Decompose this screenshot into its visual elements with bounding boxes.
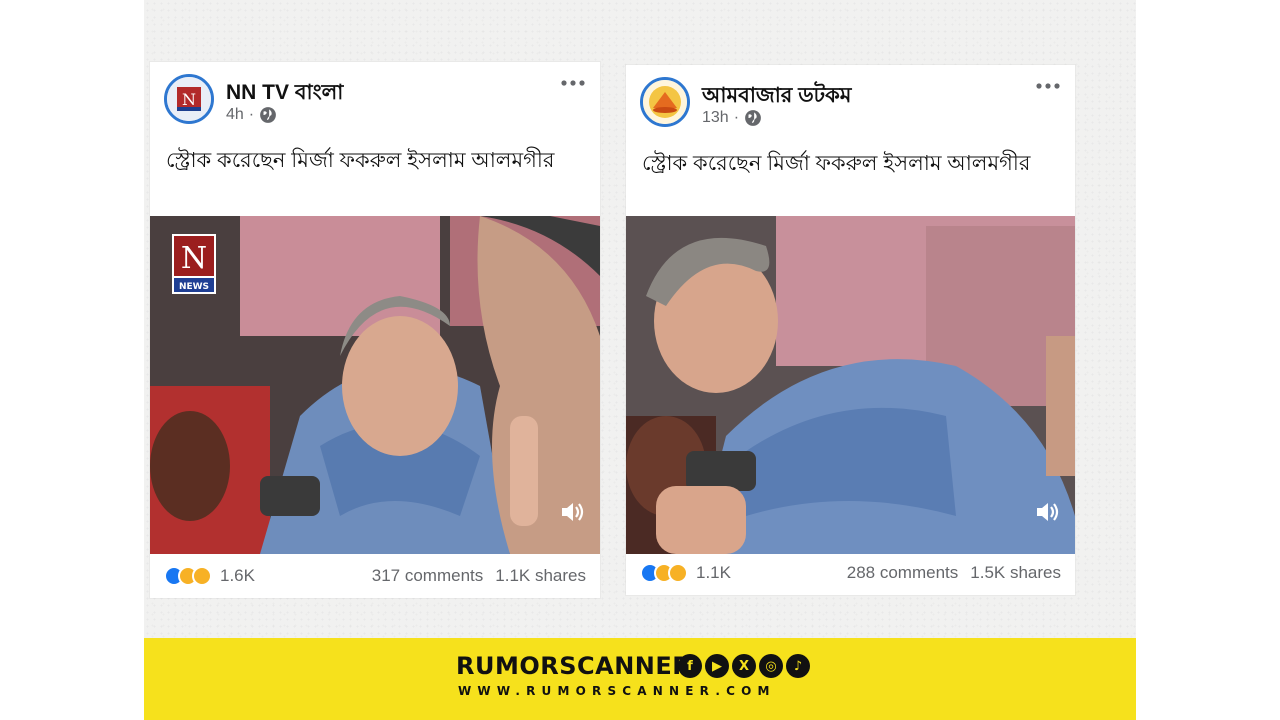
- watermark-text: NEWS: [179, 282, 209, 292]
- page-avatar[interactable]: N: [164, 74, 214, 124]
- volume-icon[interactable]: [1033, 498, 1061, 526]
- haha-icon: [192, 566, 212, 586]
- globe-icon: [745, 110, 761, 126]
- volume-icon[interactable]: [558, 498, 586, 526]
- post-video[interactable]: N NEWS: [150, 216, 600, 554]
- shares-count[interactable]: 1.1K shares: [495, 566, 586, 586]
- haha-icon: [668, 563, 688, 583]
- x-icon[interactable]: X: [732, 654, 756, 678]
- more-options-icon[interactable]: [560, 76, 586, 90]
- website-url[interactable]: WWW.RUMORSCANNER.COM: [458, 684, 776, 698]
- comments-count[interactable]: 317 comments: [372, 566, 484, 586]
- page-avatar[interactable]: [640, 77, 690, 127]
- video-frame-image: [626, 216, 1075, 554]
- comments-count[interactable]: 288 comments: [847, 563, 959, 583]
- dot-separator: ·: [248, 106, 255, 123]
- post-video[interactable]: [626, 216, 1075, 554]
- post-stats: 1.1K 288 comments 1.5K shares: [640, 561, 1061, 585]
- tiktok-icon[interactable]: ♪: [786, 654, 810, 678]
- svg-text:N: N: [181, 241, 207, 276]
- post-time[interactable]: 13h: [702, 109, 729, 127]
- post-time[interactable]: 4h: [226, 106, 244, 124]
- dot-separator: ·: [733, 109, 740, 126]
- post-meta: 4h ·: [226, 106, 277, 124]
- brand-name: RUMORSCANNER: [456, 652, 692, 680]
- reactions-summary[interactable]: [640, 563, 688, 583]
- facebook-post-ambazar: আমবাজার ডটকম 13h · স্ট্রোক করেছেন মির্জা…: [626, 65, 1075, 595]
- ambazar-logo-icon: [643, 80, 687, 124]
- social-icons: f ▶ X ◎ ♪: [678, 654, 810, 678]
- reactions-count[interactable]: 1.6K: [220, 566, 255, 586]
- video-frame-image: [150, 216, 600, 554]
- facebook-post-nn-tv: N NN TV বাংলা 4h · স্ট্রোক করেছেন মির্জা…: [150, 62, 600, 598]
- instagram-icon[interactable]: ◎: [759, 654, 783, 678]
- post-meta: 13h ·: [702, 109, 762, 127]
- globe-icon: [260, 107, 276, 123]
- youtube-icon[interactable]: ▶: [705, 654, 729, 678]
- svg-text:N: N: [182, 90, 196, 109]
- reactions-count[interactable]: 1.1K: [696, 563, 731, 583]
- reactions-summary[interactable]: [164, 566, 212, 586]
- more-options-icon[interactable]: [1035, 79, 1061, 93]
- facebook-icon[interactable]: f: [678, 654, 702, 678]
- post-caption: স্ট্রোক করেছেন মির্জা ফকরুল ইসলাম আলমগীর: [642, 152, 1031, 175]
- post-caption: স্ট্রোক করেছেন মির্জা ফকরুল ইসলাম আলমগীর: [166, 149, 555, 172]
- rumorscanner-banner: RUMORSCANNER f ▶ X ◎ ♪ WWW.RUMORSCANNER.…: [144, 638, 1136, 720]
- post-stats: 1.6K 317 comments 1.1K shares: [164, 564, 586, 588]
- nn-tv-logo-icon: N: [167, 77, 211, 121]
- nn-news-watermark-icon: N NEWS: [172, 234, 216, 294]
- shares-count[interactable]: 1.5K shares: [970, 563, 1061, 583]
